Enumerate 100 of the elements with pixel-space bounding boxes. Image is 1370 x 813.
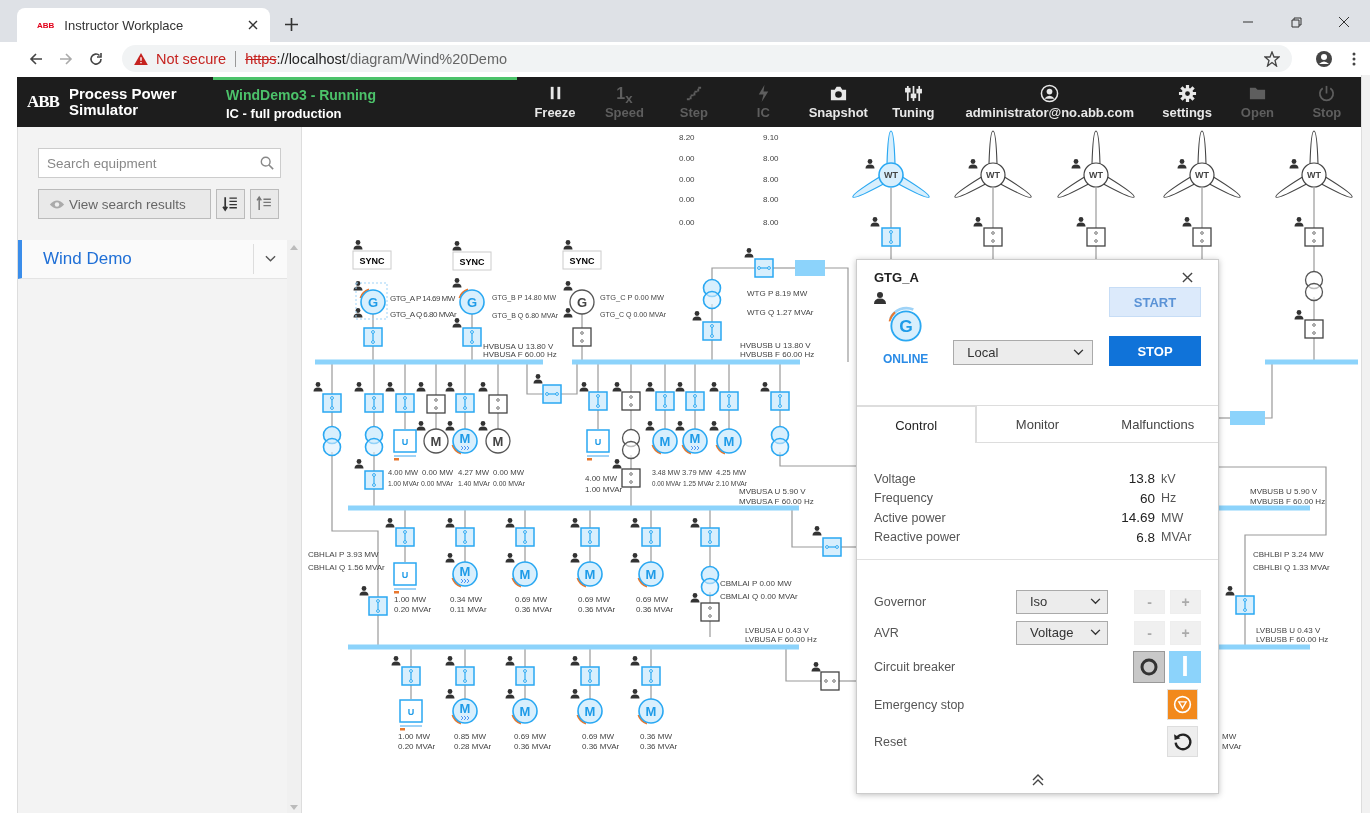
person-icon[interactable] [445, 421, 455, 431]
browser-tab[interactable]: ABB Instructor Workplace [17, 8, 270, 42]
person-icon[interactable] [874, 292, 886, 304]
person-icon[interactable] [612, 459, 622, 469]
chevron-down-icon[interactable] [265, 255, 276, 263]
drive-motor-symbol[interactable]: M [451, 698, 478, 725]
person-icon[interactable] [452, 318, 462, 328]
sync-label[interactable]: SYNC [352, 250, 392, 270]
open-breaker-button[interactable] [1133, 651, 1165, 683]
person-icon[interactable] [645, 382, 655, 392]
person-icon[interactable] [478, 421, 488, 431]
person-icon[interactable] [353, 308, 363, 318]
star-icon[interactable] [1264, 50, 1280, 67]
breaker-symbol[interactable] [1304, 319, 1324, 339]
breaker-symbol[interactable] [700, 602, 720, 622]
person-icon[interactable] [579, 382, 589, 392]
person-icon[interactable] [870, 217, 880, 227]
person-icon[interactable] [570, 689, 580, 699]
breaker-symbol[interactable] [426, 394, 446, 414]
person-icon[interactable] [353, 281, 363, 291]
person-icon[interactable] [968, 159, 978, 169]
person-icon[interactable] [563, 240, 573, 250]
view-results-button[interactable]: View search results [38, 189, 211, 219]
person-icon[interactable] [354, 459, 364, 469]
user-button[interactable]: administrator@no.abb.com [954, 84, 1145, 120]
transformer-symbol[interactable] [621, 428, 641, 460]
motor-symbol[interactable]: M [651, 428, 678, 455]
person-icon[interactable] [865, 159, 875, 169]
person-icon[interactable] [445, 382, 455, 392]
drive-motor-symbol[interactable]: M [451, 561, 478, 588]
person-icon[interactable] [354, 382, 364, 392]
person-icon[interactable] [630, 689, 640, 699]
motor-symbol[interactable]: M [485, 428, 511, 454]
sync-label[interactable]: SYNC [562, 250, 602, 270]
person-icon[interactable] [533, 374, 543, 384]
person-icon[interactable] [1076, 217, 1086, 227]
breaker-symbol[interactable] [1192, 227, 1212, 247]
person-icon[interactable] [505, 553, 515, 563]
reset-button[interactable] [1167, 726, 1198, 757]
breaker-symbol[interactable] [621, 391, 641, 411]
person-icon[interactable] [1294, 310, 1304, 320]
person-icon[interactable] [645, 421, 655, 431]
restore-icon[interactable] [1290, 16, 1302, 28]
person-icon[interactable] [416, 382, 426, 392]
sort-ascending-button[interactable] [250, 189, 279, 219]
motor-symbol[interactable]: M [637, 561, 664, 588]
stop-button[interactable]: STOP [1109, 336, 1201, 366]
person-icon[interactable] [570, 518, 580, 528]
person-icon[interactable] [353, 240, 363, 250]
search-field[interactable]: Search equipment [38, 148, 281, 178]
person-icon[interactable] [505, 689, 515, 699]
panel-tab[interactable]: Control [857, 405, 978, 443]
close-icon[interactable] [1338, 16, 1350, 28]
motor-symbol[interactable]: M [423, 428, 449, 454]
person-icon[interactable] [1289, 159, 1299, 169]
person-icon[interactable] [675, 421, 685, 431]
settings-button[interactable]: settings [1158, 84, 1217, 120]
breaker-symbol[interactable] [488, 394, 508, 414]
motor-symbol[interactable]: M [511, 698, 538, 725]
breaker-symbol[interactable] [1304, 227, 1324, 247]
person-icon[interactable] [1177, 159, 1187, 169]
plus-icon[interactable] [285, 18, 298, 31]
sort-descending-button[interactable] [216, 189, 245, 219]
person-icon[interactable] [505, 518, 515, 528]
person-icon[interactable] [445, 553, 455, 563]
person-icon[interactable] [445, 656, 455, 666]
transformer-symbol[interactable] [1304, 270, 1324, 302]
breaker-symbol[interactable] [621, 468, 641, 488]
person-icon[interactable] [570, 656, 580, 666]
generator-symbol[interactable]: G [355, 282, 388, 320]
person-icon[interactable] [811, 662, 821, 672]
person-icon[interactable] [1071, 159, 1081, 169]
reload-icon[interactable] [88, 50, 104, 67]
breaker-symbol[interactable] [820, 671, 840, 691]
person-icon[interactable] [690, 593, 700, 603]
person-icon[interactable] [385, 382, 395, 392]
person-icon[interactable] [630, 518, 640, 528]
motor-symbol[interactable]: M [637, 698, 664, 725]
drive-motor-symbol[interactable]: M [681, 428, 708, 455]
person-icon[interactable] [452, 278, 462, 288]
person-icon[interactable] [385, 518, 395, 528]
tree-item[interactable]: Wind Demo [18, 240, 287, 279]
back-arrow-icon[interactable] [28, 50, 44, 67]
person-icon[interactable] [744, 248, 754, 258]
page-scrollbar[interactable] [1361, 75, 1370, 813]
person-icon[interactable] [452, 241, 462, 251]
person-icon[interactable] [760, 382, 770, 392]
generator-symbol[interactable]: G [569, 289, 595, 315]
person-icon[interactable] [1182, 217, 1192, 227]
person-icon[interactable] [1225, 586, 1235, 596]
person-icon[interactable] [570, 553, 580, 563]
drive-motor-symbol[interactable]: M [451, 428, 478, 455]
person-icon[interactable] [630, 656, 640, 666]
person-icon[interactable] [612, 382, 622, 392]
person-icon[interactable] [445, 689, 455, 699]
person-icon[interactable] [445, 518, 455, 528]
close-icon[interactable] [1182, 272, 1193, 283]
generator-symbol[interactable]: G [458, 288, 485, 315]
person-icon[interactable] [359, 586, 369, 596]
person-icon[interactable] [416, 421, 426, 431]
